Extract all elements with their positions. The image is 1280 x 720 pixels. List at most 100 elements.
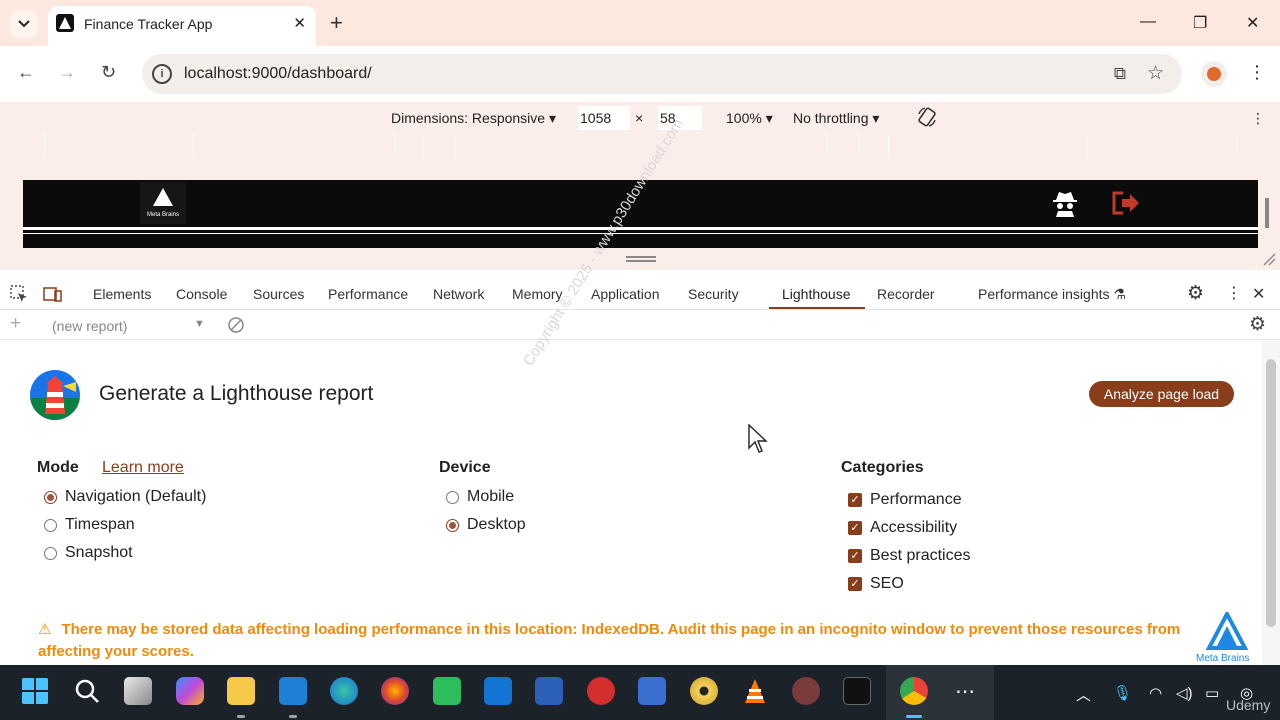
open-in-app-icon[interactable]: ⧉ <box>1114 64 1126 84</box>
viewport-resize-handle[interactable] <box>626 256 656 262</box>
logout-icon[interactable] <box>1111 190 1141 216</box>
device-toggle-icon[interactable] <box>42 284 62 304</box>
vscode-icon[interactable] <box>279 677 307 705</box>
search-icon[interactable] <box>73 677 101 705</box>
mode-navigation-option[interactable]: Navigation (Default) <box>44 488 206 506</box>
device-mobile-option[interactable]: Mobile <box>446 488 514 506</box>
mode-snapshot-option[interactable]: Snapshot <box>44 544 133 562</box>
file-explorer-icon[interactable] <box>227 677 255 705</box>
outlook-icon[interactable] <box>484 677 512 705</box>
tab-search-button[interactable] <box>10 10 38 38</box>
tab-lighthouse[interactable]: Lighthouse <box>782 286 851 302</box>
firefox-icon[interactable] <box>381 677 409 705</box>
reload-icon[interactable]: ↻ <box>101 62 116 83</box>
tab-security[interactable]: Security <box>688 286 739 302</box>
radio-button[interactable] <box>44 546 57 560</box>
ruler-segment[interactable] <box>455 134 456 156</box>
wifi-icon[interactable]: ◠ <box>1149 684 1162 702</box>
ruler-segment[interactable] <box>888 134 889 156</box>
ruler-segment[interactable] <box>193 134 194 156</box>
panel-scrollbar[interactable] <box>1262 341 1280 665</box>
forward-icon[interactable]: → <box>58 62 76 83</box>
lighthouse-settings-gear-icon[interactable]: ⚙ <box>1249 313 1266 336</box>
close-window-button[interactable]: ✕ <box>1246 13 1259 33</box>
chrome-icon[interactable] <box>900 677 928 705</box>
checkmark-icon[interactable]: ✓ <box>848 521 862 535</box>
windows-start-icon[interactable] <box>21 677 49 705</box>
volume-icon[interactable]: ◁) <box>1176 684 1193 702</box>
category-seo-checkbox[interactable]: ✓ SEO <box>848 575 904 593</box>
bookmark-star-icon[interactable]: ☆ <box>1147 62 1164 85</box>
learn-more-link[interactable]: Learn more <box>102 459 184 477</box>
terminal-icon[interactable] <box>843 677 871 705</box>
word-icon[interactable] <box>535 677 563 705</box>
checkmark-icon[interactable]: ✓ <box>848 577 862 591</box>
tab-recorder[interactable]: Recorder <box>877 286 935 302</box>
site-info-icon[interactable]: i <box>152 64 172 84</box>
app-red-icon[interactable] <box>587 677 615 705</box>
ruler-segment[interactable] <box>423 134 424 156</box>
zoom-select[interactable]: 100% ▾ <box>726 110 773 127</box>
radio-button[interactable] <box>44 518 57 532</box>
tab-performance-insights[interactable]: Performance insights ⚗ <box>978 286 1126 303</box>
ruler-segment[interactable] <box>44 134 45 156</box>
devtools-settings-gear-icon[interactable]: ⚙ <box>1187 282 1204 305</box>
close-tab-icon[interactable]: ✕ <box>293 14 306 32</box>
inspect-element-icon[interactable] <box>9 284 29 304</box>
ruler-segment[interactable] <box>1087 134 1088 156</box>
profile-avatar[interactable] <box>1201 61 1227 87</box>
tab-elements[interactable]: Elements <box>93 286 151 302</box>
vlc-icon[interactable] <box>741 677 769 705</box>
tab-performance[interactable]: Performance <box>328 286 408 302</box>
radio-button[interactable] <box>44 490 57 504</box>
corner-resize-icon[interactable] <box>1262 252 1276 266</box>
camtasia-icon[interactable] <box>433 677 461 705</box>
tab-console[interactable]: Console <box>176 286 227 302</box>
microphone-icon[interactable]: 🎙 <box>1113 684 1132 702</box>
task-view-icon[interactable] <box>124 677 152 705</box>
network-app-icon[interactable] <box>638 677 666 705</box>
tab-sources[interactable]: Sources <box>253 286 304 302</box>
restore-button[interactable]: ❐ <box>1193 13 1207 33</box>
minimize-button[interactable]: — <box>1140 13 1156 31</box>
more-apps-icon[interactable]: ⋯ <box>955 679 975 704</box>
new-tab-button[interactable]: + <box>330 12 343 34</box>
address-bar[interactable]: i localhost:9000/dashboard/ ⧉ ☆ <box>142 54 1182 94</box>
tab-application[interactable]: Application <box>591 286 660 302</box>
tab-memory[interactable]: Memory <box>512 286 563 302</box>
meta-brains-logo[interactable]: Meta Brains <box>140 182 186 224</box>
report-dropdown-icon[interactable]: ▼ <box>194 318 205 330</box>
browser-menu-icon[interactable]: ⋮ <box>1248 62 1266 83</box>
radio-button[interactable] <box>446 490 459 504</box>
ruler-segment[interactable] <box>858 134 859 156</box>
category-best-practices-checkbox[interactable]: ✓ Best practices <box>848 547 970 565</box>
rotate-icon[interactable] <box>917 106 937 131</box>
mode-timespan-option[interactable]: Timespan <box>44 516 135 534</box>
width-input[interactable]: 1058 <box>578 106 630 130</box>
checkmark-icon[interactable]: ✓ <box>848 549 862 563</box>
incognito-spy-icon[interactable] <box>1051 189 1079 217</box>
media-disc-icon[interactable] <box>690 677 718 705</box>
person-avatar-app-icon[interactable] <box>792 677 820 705</box>
back-icon[interactable]: ← <box>17 62 35 83</box>
url-text[interactable]: localhost:9000/dashboard/ <box>184 65 372 83</box>
clear-reports-icon[interactable] <box>227 316 245 334</box>
dimensions-select[interactable]: Dimensions: Responsive ▾ <box>391 110 556 127</box>
add-report-icon[interactable]: + <box>10 313 21 335</box>
radio-button[interactable] <box>446 518 459 532</box>
report-select[interactable]: (new report) <box>52 318 127 334</box>
analyze-page-load-button[interactable]: Analyze page load <box>1089 381 1234 407</box>
ruler-segment[interactable] <box>394 134 395 156</box>
show-hidden-icons-chevron-icon[interactable]: ︿ <box>1076 684 1091 705</box>
devtools-menu-icon[interactable]: ⋮ <box>1226 283 1242 303</box>
checkmark-icon[interactable]: ✓ <box>848 493 862 507</box>
close-devtools-icon[interactable]: ✕ <box>1252 284 1265 304</box>
category-accessibility-checkbox[interactable]: ✓ Accessibility <box>848 519 957 537</box>
tab-network[interactable]: Network <box>433 286 484 302</box>
device-desktop-option[interactable]: Desktop <box>446 516 526 534</box>
ruler-segment[interactable] <box>826 134 827 156</box>
category-performance-checkbox[interactable]: ✓ Performance <box>848 491 962 509</box>
scrollbar-thumb[interactable] <box>1266 359 1276 627</box>
ruler-segment[interactable] <box>1237 134 1238 156</box>
battery-icon[interactable]: ▭ <box>1205 684 1219 702</box>
